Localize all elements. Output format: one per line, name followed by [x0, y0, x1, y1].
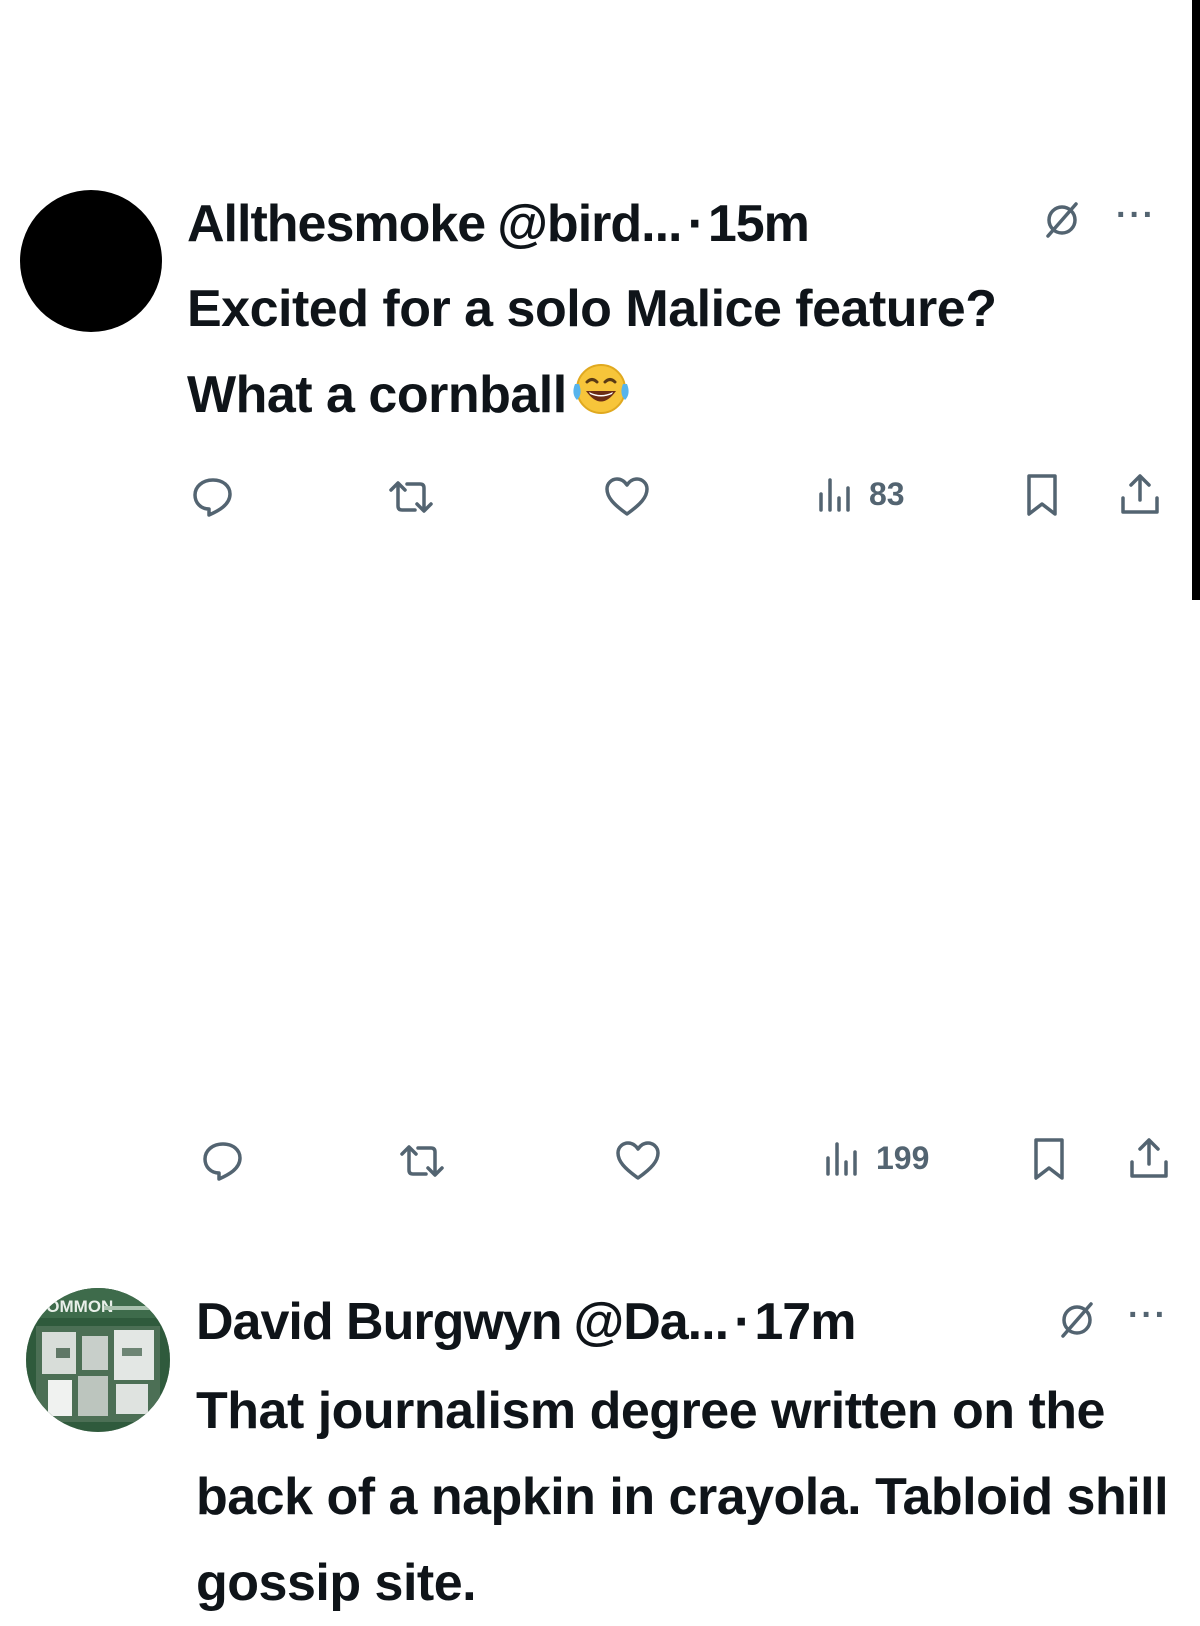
display-name[interactable]: Allthesmoke [187, 195, 486, 253]
views-count: 83 [869, 476, 905, 512]
reply-button[interactable] [200, 1138, 246, 1184]
avatar[interactable]: COMMON [26, 1288, 170, 1432]
tweet-header: Allthesmoke @bird... ·15m [187, 194, 810, 254]
views-button[interactable]: 199 [822, 1138, 929, 1178]
reply-icon [203, 1142, 242, 1181]
views-icon [826, 1142, 857, 1176]
share-icon [1121, 474, 1159, 514]
grok-icon[interactable] [1055, 1298, 1099, 1342]
timestamp[interactable]: 17m [754, 1293, 856, 1351]
laughing-emoji-icon [567, 358, 635, 416]
more-icon[interactable]: ··· [1128, 1298, 1168, 1332]
tweet-header: David Burgwyn @Da... ·17m [196, 1292, 856, 1352]
views-icon [819, 478, 850, 512]
grok-icon[interactable] [1040, 198, 1084, 242]
share-icon [1130, 1138, 1168, 1178]
like-icon [605, 477, 649, 516]
like-icon [616, 1141, 660, 1180]
timestamp[interactable]: 15m [708, 195, 810, 253]
tweet-text: That journalism degree written on the ba… [196, 1382, 1169, 1612]
display-name[interactable]: David Burgwyn [196, 1293, 562, 1351]
bookmark-icon [1027, 474, 1057, 516]
separator-dot: · [734, 1293, 751, 1351]
bookmark-button[interactable] [1031, 1136, 1067, 1182]
repost-icon [400, 1145, 444, 1177]
tweet-text: Excited for a solo Malice feature? What … [187, 266, 1087, 438]
avatar[interactable] [20, 190, 162, 332]
bookmark-button[interactable] [1024, 472, 1060, 518]
reply-button[interactable] [190, 474, 236, 520]
bookmark-icon [1034, 1138, 1064, 1180]
repost-icon [389, 481, 433, 513]
reply-icon [193, 478, 232, 517]
handle[interactable]: @Da... [574, 1293, 730, 1351]
share-button[interactable] [1127, 1134, 1171, 1182]
tweet[interactable]: Allthesmoke @bird... ·15m ··· Excited for … [0, 0, 1190, 600]
right-edge-bar [1192, 0, 1200, 600]
avatar-text: COMMON [34, 1297, 113, 1316]
separator-dot: · [687, 195, 704, 253]
like-button[interactable] [603, 474, 651, 520]
tweet[interactable]: COMMON David Burgwyn @Da... ·17m ··· That … [0, 600, 1190, 1612]
repost-button[interactable] [396, 1138, 448, 1184]
views-count: 199 [876, 1140, 930, 1176]
repost-button[interactable] [385, 474, 437, 520]
more-icon[interactable]: ··· [1116, 198, 1156, 232]
handle[interactable]: @bird... [497, 195, 682, 253]
views-button[interactable]: 83 [815, 474, 905, 514]
like-button[interactable] [614, 1138, 662, 1184]
share-button[interactable] [1118, 470, 1162, 518]
